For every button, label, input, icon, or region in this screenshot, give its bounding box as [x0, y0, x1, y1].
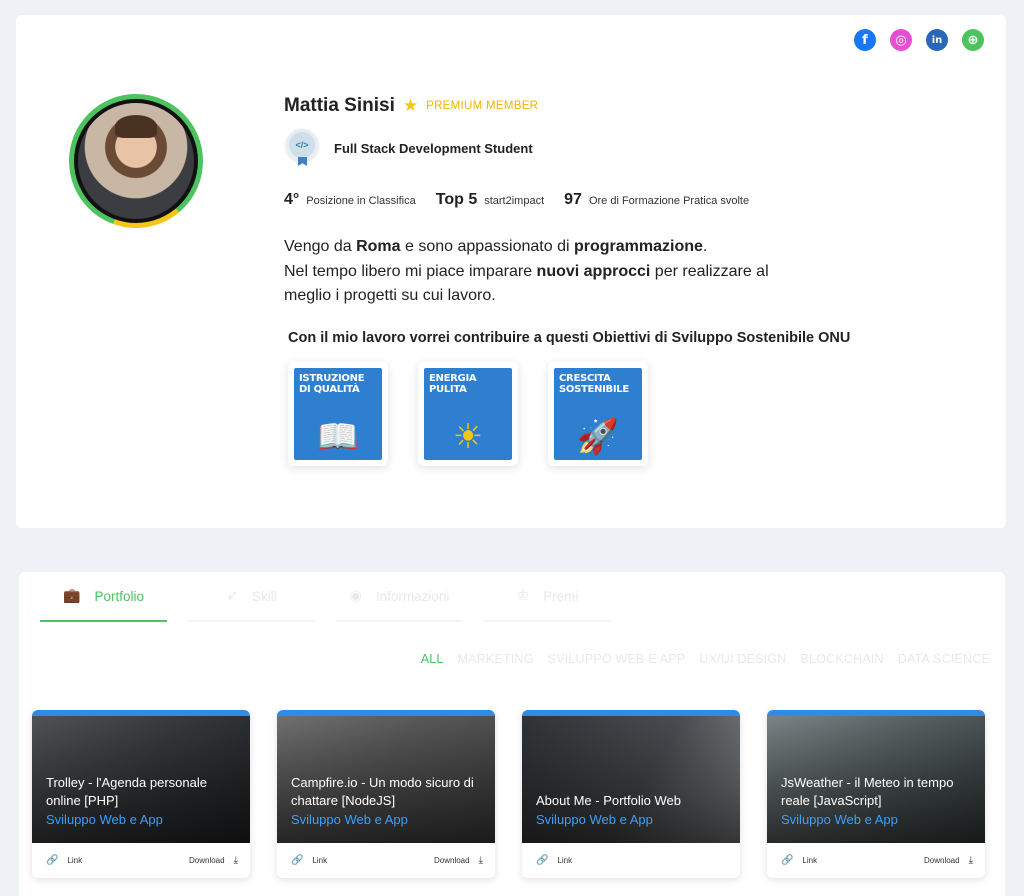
stat-value: Top 5	[435, 191, 478, 208]
project-link[interactable]: 🔗 Link	[46, 855, 82, 866]
rocket-icon: 🚀	[576, 417, 620, 457]
project-thumbnail: JsWeather - il Meteo in tempo reale [Jav…	[767, 716, 985, 843]
project-title: Campfire.io - Un modo sicuro di chattare…	[291, 775, 474, 808]
filter-marketing[interactable]: MARKETING	[458, 652, 534, 666]
instagram-icon[interactable]: ◎	[890, 29, 912, 51]
download-icon: ⤓	[233, 855, 238, 866]
facebook-icon[interactable]: f	[854, 29, 876, 51]
goal-card-growth[interactable]: CRESCITA SOSTENIBILE 🚀	[548, 362, 648, 466]
project-link[interactable]: 🔗 Link	[781, 855, 817, 866]
avatar-photo	[78, 103, 194, 219]
link-icon: 🔗	[291, 855, 304, 866]
project-card[interactable]: About Me - Portfolio Web Sviluppo Web e …	[522, 710, 740, 878]
user-circle-icon: ◉	[349, 588, 362, 604]
profile-role: Full Stack Development Student	[334, 140, 533, 156]
tab-skill[interactable]: ➶ Skill	[188, 572, 315, 622]
project-card[interactable]: JsWeather - il Meteo in tempo reale [Jav…	[767, 710, 985, 878]
project-list: Trolley - l'Agenda personale online [PHP…	[32, 710, 985, 878]
project-download[interactable]: Download ⤓	[924, 855, 973, 866]
avatar	[69, 94, 203, 228]
category-filters: ALL MARKETING SVILUPPO WEB E APP UX/UI D…	[421, 652, 990, 666]
portfolio-section: 💼 Portfolio ➶ Skill ◉ Informazioni ♔ Premi A…	[19, 572, 1005, 896]
tab-bar: 💼 Portfolio ➶ Skill ◉ Informazioni ♔ Premi	[40, 572, 611, 622]
star-icon: ★	[402, 96, 419, 116]
filter-all[interactable]: ALL	[421, 652, 444, 666]
tab-premi[interactable]: ♔ Premi	[484, 572, 611, 622]
stat-label: Ore di Formazione Pratica svolte	[588, 195, 750, 207]
book-icon: 📖	[316, 417, 360, 457]
link-icon: 🔗	[536, 855, 549, 866]
project-category: Sviluppo Web e App	[536, 812, 653, 827]
course-badge-icon: </>	[286, 129, 320, 167]
project-thumbnail: Trolley - l'Agenda personale online [PHP…	[32, 716, 250, 843]
project-title: JsWeather - il Meteo in tempo reale [Jav…	[781, 775, 954, 808]
filter-blockchain[interactable]: BLOCKCHAIN	[800, 652, 883, 666]
link-icon: 🔗	[46, 855, 59, 866]
linkedin-icon[interactable]: in	[926, 29, 948, 51]
download-icon: ⤓	[478, 855, 483, 866]
project-thumbnail: About Me - Portfolio Web Sviluppo Web e …	[522, 716, 740, 843]
stat-value: 97	[564, 191, 582, 208]
award-icon: ♔	[516, 588, 530, 604]
rocket-icon: ➶	[226, 588, 238, 604]
project-link[interactable]: 🔗 Link	[291, 855, 327, 866]
sun-icon: ☀	[452, 417, 484, 457]
download-icon: ⤓	[968, 855, 973, 866]
tab-portfolio[interactable]: 💼 Portfolio	[40, 572, 167, 622]
project-link[interactable]: 🔗 Link	[536, 855, 572, 866]
goal-card-education[interactable]: ISTRUZIONE DI QUALITÀ 📖	[288, 362, 388, 466]
stat-label: start2impact	[484, 195, 545, 207]
premium-badge: PREMIUM MEMBER	[426, 100, 539, 112]
project-card[interactable]: Campfire.io - Un modo sicuro di chattare…	[277, 710, 495, 878]
profile-bio: Vengo da Roma e sono appassionato di pro…	[284, 238, 769, 304]
goals-title: Con il mio lavoro vorrei contribuire a q…	[288, 330, 851, 346]
filter-data-science[interactable]: DATA SCIENCE	[898, 652, 990, 666]
filter-sviluppo-web[interactable]: SVILUPPO WEB E APP	[548, 652, 686, 666]
project-category: Sviluppo Web e App	[781, 812, 898, 827]
stat-value: 4°	[284, 191, 300, 208]
project-download[interactable]: Download ⤓	[189, 855, 238, 866]
profile-stats: 4° Posizione in Classifica Top 5 start2i…	[284, 191, 769, 209]
project-thumbnail: Campfire.io - Un modo sicuro di chattare…	[277, 716, 495, 843]
project-category: Sviluppo Web e App	[291, 812, 408, 827]
link-icon: 🔗	[781, 855, 794, 866]
project-category: Sviluppo Web e App	[46, 812, 163, 827]
project-title: Trolley - l'Agenda personale online [PHP…	[46, 775, 207, 808]
tab-informazioni[interactable]: ◉ Informazioni	[336, 572, 463, 622]
profile-name: Mattia Sinisi	[284, 95, 395, 116]
stat-label: Posizione in Classifica	[306, 195, 416, 207]
sdg-goals: ISTRUZIONE DI QUALITÀ 📖 ENERGIA PULITA ☀…	[288, 362, 648, 466]
goal-card-energy[interactable]: ENERGIA PULITA ☀	[418, 362, 518, 466]
briefcase-icon: 💼	[63, 588, 81, 604]
profile-card: f ◎ in ⊕ Mattia Sinisi ★ PREMIUM MEMBER …	[16, 15, 1006, 528]
project-title: About Me - Portfolio Web	[536, 793, 681, 808]
project-download[interactable]: Download ⤓	[434, 855, 483, 866]
project-card[interactable]: Trolley - l'Agenda personale online [PHP…	[32, 710, 250, 878]
social-links: f ◎ in ⊕	[854, 29, 984, 51]
website-icon[interactable]: ⊕	[962, 29, 984, 51]
filter-ux-ui[interactable]: UX/UI DESIGN	[699, 652, 786, 666]
